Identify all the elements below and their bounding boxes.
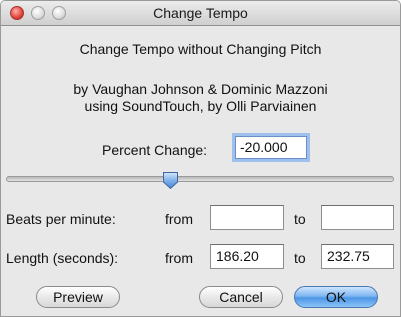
length-label: Length (seconds): — [6, 250, 119, 266]
preview-button[interactable]: Preview — [36, 286, 120, 308]
credits-line-1: by Vaughan Johnson & Dominic Mazzoni — [73, 81, 328, 97]
cancel-button[interactable]: Cancel — [199, 286, 283, 308]
bpm-from-label: from — [165, 211, 193, 227]
change-tempo-dialog: Change Tempo Change Tempo without Changi… — [0, 0, 401, 317]
window-title: Change Tempo — [153, 5, 248, 21]
bpm-from-input[interactable] — [210, 205, 284, 230]
percent-change-slider-thumb[interactable] — [162, 171, 179, 190]
bpm-label: Beats per minute: — [6, 211, 116, 227]
credits-line-2: using SoundTouch, by Olli Parviainen — [84, 98, 317, 114]
bpm-to-input[interactable] — [321, 205, 394, 230]
length-to-label: to — [294, 250, 306, 266]
title-bar[interactable]: Change Tempo — [1, 1, 400, 26]
length-from-input[interactable]: 186.20 — [210, 244, 284, 269]
percent-change-input[interactable]: -20.000 — [235, 136, 307, 159]
length-to-input[interactable]: 232.75 — [321, 244, 394, 269]
bpm-to-label: to — [294, 211, 306, 227]
percent-change-label: Percent Change: — [102, 142, 208, 158]
length-from-label: from — [165, 250, 193, 266]
ok-button[interactable]: OK — [294, 286, 378, 308]
percent-change-slider-track[interactable] — [6, 176, 394, 182]
dialog-heading: Change Tempo without Changing Pitch — [79, 41, 322, 57]
